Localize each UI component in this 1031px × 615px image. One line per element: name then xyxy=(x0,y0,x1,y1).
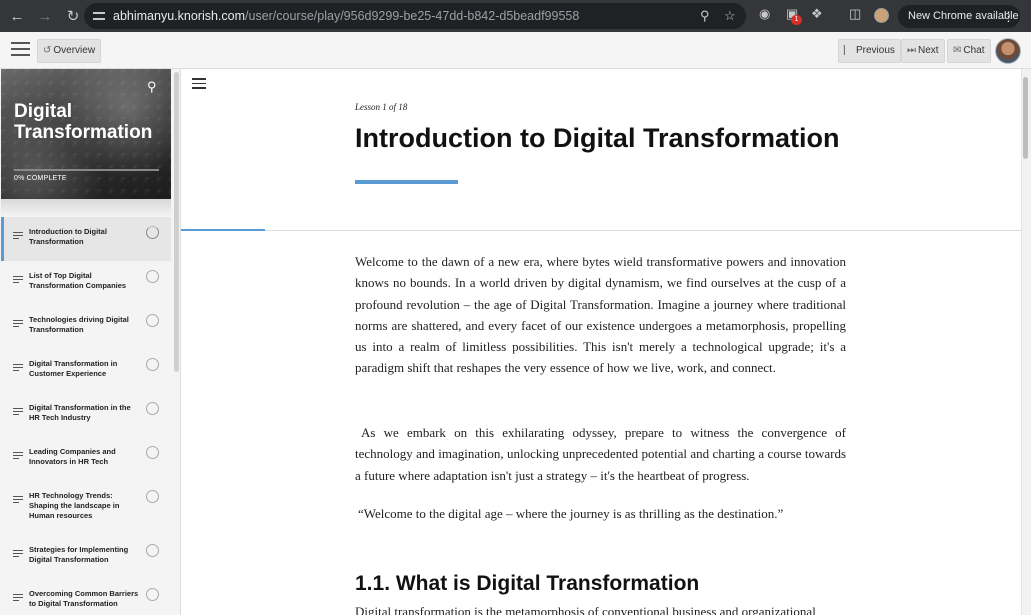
sidebar-scrollbar[interactable] xyxy=(174,72,179,372)
lesson-status-icon xyxy=(146,270,159,283)
next-icon: ⏭ xyxy=(907,45,916,56)
search-icon[interactable]: ⚲ xyxy=(147,79,157,95)
puzzle-extensions-icon[interactable]: ❖ xyxy=(811,6,823,22)
chrome-update-button[interactable]: New Chrome available ⋮ xyxy=(898,5,1020,28)
lesson-label: Strategies for Implementing Digital Tran… xyxy=(29,545,129,564)
lesson-item[interactable]: List of Top Digital Transformation Compa… xyxy=(1,261,171,305)
url-text[interactable]: abhimanyu.knorish.com/user/course/play/9… xyxy=(113,9,579,23)
content-menu-icon[interactable] xyxy=(192,78,206,89)
lesson-content: Lesson 1 of 18 Introduction to Digital T… xyxy=(181,69,1021,615)
lesson-item[interactable]: Digital Transformation in Customer Exper… xyxy=(1,349,171,393)
progress-label: 0% COMPLETE xyxy=(14,175,67,182)
lesson-item[interactable]: HR Technology Trends: Shaping the landsc… xyxy=(1,481,171,535)
quote-text: “Welcome to the digital age – where the … xyxy=(358,506,784,521)
second-paragraph: As we embark on this exhilarating odysse… xyxy=(355,425,846,483)
main-menu-icon[interactable] xyxy=(11,42,30,57)
lesson-status-icon xyxy=(146,358,159,371)
reload-icon[interactable]: ↻ xyxy=(60,3,86,29)
course-hero: Digital Transformation ⚲ 0% COMPLETE xyxy=(1,69,171,199)
lesson-label: List of Top Digital Transformation Compa… xyxy=(29,271,127,290)
hero-shadow xyxy=(1,199,171,217)
history-icon: ↺ xyxy=(43,45,52,56)
lesson-item[interactable]: Leading Companies and Innovators in HR T… xyxy=(1,437,171,481)
section-heading: 1.1. What is Digital Transformation xyxy=(355,572,700,595)
reading-progress-bar xyxy=(181,229,265,231)
url-host: abhimanyu.knorish.com xyxy=(113,9,246,23)
lesson-text-icon xyxy=(13,452,23,461)
lesson-text-icon xyxy=(13,232,23,241)
lesson-label: Digital Transformation in Customer Exper… xyxy=(29,359,118,378)
lesson-label: Introduction to Digital Transformation xyxy=(29,227,107,246)
page-title: Introduction to Digital Transformation xyxy=(355,123,840,153)
section-paragraph: Digital transformation is the metamorpho… xyxy=(355,604,816,615)
lesson-label: HR Technology Trends: Shaping the landsc… xyxy=(29,491,120,520)
lesson-label: Leading Companies and Innovators in HR T… xyxy=(29,447,116,466)
lesson-item[interactable]: Overcoming Common Barriers to Digital Tr… xyxy=(1,579,171,615)
lesson-status-icon xyxy=(146,226,159,239)
course-progress-bar xyxy=(14,169,159,171)
address-bar[interactable]: abhimanyu.knorish.com/user/course/play/9… xyxy=(84,3,746,29)
lesson-status-icon xyxy=(146,588,159,601)
lesson-text-icon xyxy=(13,276,23,285)
lesson-text-icon xyxy=(13,408,23,417)
lesson-label: Digital Transformation in the HR Tech In… xyxy=(29,403,131,422)
lesson-text-icon xyxy=(13,550,23,559)
chat-label: Chat xyxy=(963,45,985,56)
title-underline xyxy=(355,180,458,184)
previous-icon: ⎸ xyxy=(844,45,854,56)
user-avatar[interactable] xyxy=(995,38,1021,64)
lesson-counter: Lesson 1 of 18 xyxy=(355,102,408,112)
next-label: Next xyxy=(918,45,939,56)
chat-button[interactable]: ✉ Chat xyxy=(947,39,991,63)
course-sidebar: Digital Transformation ⚲ 0% COMPLETE Int… xyxy=(0,69,181,615)
lesson-text-icon xyxy=(13,496,23,505)
lesson-status-icon xyxy=(146,490,159,503)
previous-button[interactable]: ⎸ Previous xyxy=(838,39,901,63)
lesson-text-icon xyxy=(13,594,23,603)
site-settings-icon[interactable] xyxy=(92,9,106,23)
lesson-text-icon xyxy=(13,320,23,329)
section-divider xyxy=(181,230,1021,231)
course-toolbar: ↺ Overview ⎸ Previous ⏭ Next ✉ Chat xyxy=(0,32,1031,69)
overview-button[interactable]: ↺ Overview xyxy=(37,39,102,63)
bookmark-star-icon[interactable]: ☆ xyxy=(724,8,736,24)
zoom-icon[interactable]: ⚲ xyxy=(700,8,710,24)
side-panel-icon[interactable]: ◫ xyxy=(849,6,861,22)
lesson-text-icon xyxy=(13,364,23,373)
content-scrollbar-thumb[interactable] xyxy=(1023,77,1028,159)
forward-icon[interactable]: → xyxy=(32,3,58,29)
more-menu-icon[interactable]: ⋮ xyxy=(1002,5,1015,28)
course-title: Digital Transformation xyxy=(14,101,153,143)
lesson-label: Technologies driving Digital Transformat… xyxy=(29,315,129,334)
lesson-item[interactable]: Technologies driving Digital Transformat… xyxy=(1,305,171,349)
lesson-status-icon xyxy=(146,544,159,557)
chat-icon: ✉ xyxy=(953,45,962,56)
extension-badge: 1 xyxy=(791,15,802,25)
lesson-status-icon xyxy=(146,314,159,327)
lesson-label: Overcoming Common Barriers to Digital Tr… xyxy=(29,589,139,608)
previous-label: Previous xyxy=(856,45,895,56)
lesson-status-icon xyxy=(146,446,159,459)
lesson-item[interactable]: Digital Transformation in the HR Tech In… xyxy=(1,393,171,437)
overview-label: Overview xyxy=(53,45,96,56)
lesson-item[interactable]: Introduction to Digital Transformation xyxy=(1,217,171,261)
profile-avatar[interactable] xyxy=(874,8,889,23)
lesson-status-icon xyxy=(146,402,159,415)
intro-paragraph: Welcome to the dawn of a new era, where … xyxy=(355,254,846,376)
back-icon[interactable]: ← xyxy=(4,3,30,29)
next-button[interactable]: ⏭ Next xyxy=(901,39,945,63)
lesson-item[interactable]: Strategies for Implementing Digital Tran… xyxy=(1,535,171,579)
camera-extension-icon[interactable]: ◉ xyxy=(759,6,770,22)
browser-toolbar: ← → ↻ abhimanyu.knorish.com/user/course/… xyxy=(0,0,1031,32)
url-path: /user/course/play/956d9299-be25-47dd-b84… xyxy=(245,9,580,23)
